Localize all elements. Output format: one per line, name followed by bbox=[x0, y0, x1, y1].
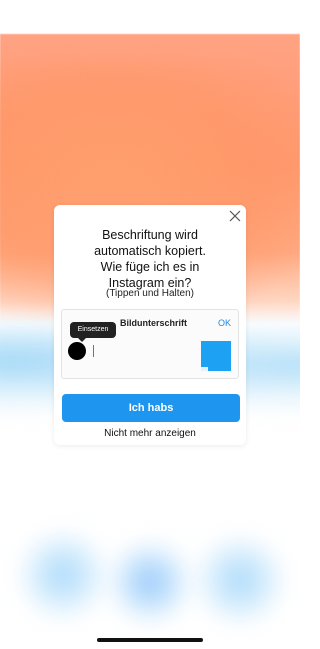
close-button[interactable] bbox=[228, 209, 242, 223]
preview-ok-label: OK bbox=[217, 318, 231, 328]
avatar bbox=[68, 342, 86, 360]
dialog-title-line: automatisch kopiert. bbox=[94, 244, 206, 258]
status-area bbox=[0, 0, 300, 34]
dialog-subtitle: (Tippen und Halten) bbox=[105, 288, 194, 299]
home-indicator bbox=[97, 638, 203, 642]
caption-copied-dialog: Beschriftung wird automatisch kopiert. W… bbox=[54, 205, 246, 445]
close-icon bbox=[229, 210, 241, 222]
text-cursor bbox=[93, 345, 94, 357]
dont-show-again-link[interactable]: Nicht mehr anzeigen bbox=[54, 428, 246, 439]
caption-preview: Bildunterschrift OK Einsetzen bbox=[61, 309, 239, 379]
thumbnail-corner bbox=[201, 367, 208, 371]
screen: Beschriftung wird automatisch kopiert. W… bbox=[0, 0, 300, 649]
blurred-circle-right bbox=[195, 535, 285, 625]
paste-tooltip: Einsetzen bbox=[70, 322, 116, 342]
dialog-title-line: Beschriftung wird bbox=[102, 228, 198, 242]
image-thumbnail bbox=[201, 341, 231, 371]
dialog-title: Beschriftung wird automatisch kopiert. W… bbox=[54, 227, 246, 291]
blurred-circle-left bbox=[18, 530, 108, 620]
blurred-circle-center bbox=[108, 540, 192, 624]
dialog-title-line: Wie füge ich es in bbox=[100, 260, 200, 274]
got-it-button[interactable]: Ich habs bbox=[62, 394, 240, 422]
preview-header: Bildunterschrift bbox=[120, 318, 188, 328]
